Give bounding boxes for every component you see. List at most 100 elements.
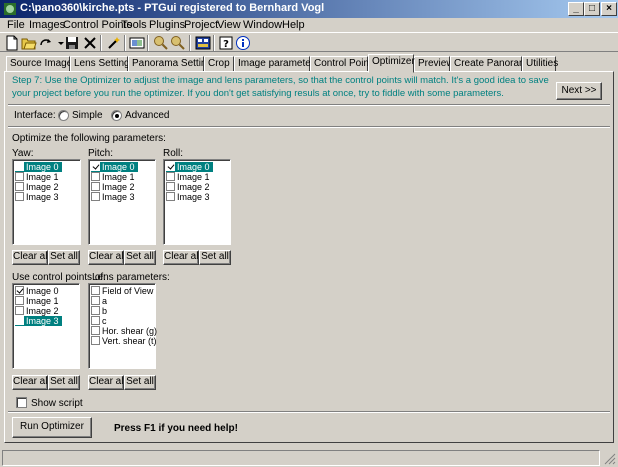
list-item[interactable]: Image 2 xyxy=(166,182,213,192)
delete-icon[interactable] xyxy=(82,35,98,51)
checkbox[interactable] xyxy=(15,192,24,201)
checkbox[interactable] xyxy=(166,182,175,191)
lens-set-all-button[interactable]: Set all xyxy=(124,375,156,390)
help-icon[interactable]: ? xyxy=(218,35,234,51)
list-item[interactable]: b xyxy=(91,306,110,316)
checkbox[interactable] xyxy=(91,306,100,315)
menu-tools[interactable]: Tools xyxy=(121,18,147,32)
menu-view[interactable]: View xyxy=(217,18,241,32)
list-item[interactable]: Image 3 xyxy=(91,192,138,202)
list-item[interactable]: c xyxy=(91,316,110,326)
run-optimizer-button[interactable]: Run Optimizer xyxy=(12,417,92,438)
list-item[interactable]: Image 0 xyxy=(166,162,213,172)
new-icon[interactable] xyxy=(4,35,20,51)
lens-clear-all-button[interactable]: Clear all xyxy=(88,375,126,390)
checkbox[interactable] xyxy=(91,182,100,191)
tab-utilities[interactable]: Utilities xyxy=(522,56,558,72)
list-item[interactable]: Image 3 xyxy=(15,192,62,202)
menu-plugins[interactable]: Plugins xyxy=(149,18,185,32)
checkbox[interactable] xyxy=(91,336,100,345)
maximize-button[interactable]: □ xyxy=(584,2,600,16)
tab-lens-settings[interactable]: Lens Settings xyxy=(70,56,135,72)
cp-set-all-button[interactable]: Set all xyxy=(48,375,80,390)
checkbox[interactable] xyxy=(15,296,24,305)
menu-help[interactable]: Help xyxy=(282,18,305,32)
show-script-checkbox[interactable] xyxy=(16,397,27,408)
list-item[interactable]: Field of View xyxy=(91,286,156,296)
list-item[interactable]: Hor. shear (g) xyxy=(91,326,160,336)
tab-optimizer[interactable]: Optimizer xyxy=(368,54,415,73)
checkbox[interactable] xyxy=(91,326,100,335)
checkbox[interactable] xyxy=(15,286,24,295)
roll-listbox[interactable]: Image 0 Image 1 Image 2 Image 3 xyxy=(163,159,231,245)
yaw-listbox[interactable]: Image 0 Image 1 Image 2 Image 3 xyxy=(12,159,81,245)
checkbox[interactable] xyxy=(15,306,24,315)
pitch-clear-all-button[interactable]: Clear all xyxy=(88,250,126,265)
zoom-out-icon[interactable] xyxy=(170,35,186,51)
tab-source-images[interactable]: Source Images xyxy=(6,56,77,72)
resize-grip-icon[interactable] xyxy=(604,453,616,465)
checkbox[interactable] xyxy=(91,172,100,181)
checkbox[interactable] xyxy=(91,296,100,305)
tab-control-points[interactable]: Control Points xyxy=(310,56,377,72)
lens-parameters-listbox[interactable]: Field of View a b c Hor. shear (g) Vert. shea… xyxy=(88,283,157,369)
tab-image-parameters[interactable]: Image parameters xyxy=(234,56,319,72)
save-icon[interactable] xyxy=(64,35,80,51)
menu-images[interactable]: Images xyxy=(29,18,65,32)
open-icon[interactable] xyxy=(21,35,37,51)
close-button[interactable]: × xyxy=(601,2,617,16)
menu-project[interactable]: Project xyxy=(184,18,218,32)
menu-window[interactable]: Window xyxy=(243,18,282,32)
next-button[interactable]: Next >> xyxy=(556,82,602,100)
tab-preview[interactable]: Preview xyxy=(414,56,454,72)
list-item[interactable]: Image 2 xyxy=(15,182,62,192)
list-item[interactable]: Image 2 xyxy=(15,306,62,316)
list-item[interactable]: Image 0 xyxy=(15,162,62,172)
list-item[interactable]: Image 3 xyxy=(15,316,62,326)
roll-set-all-button[interactable]: Set all xyxy=(199,250,231,265)
checkbox[interactable] xyxy=(15,316,24,325)
simple-radio[interactable] xyxy=(58,110,69,121)
yaw-set-all-button[interactable]: Set all xyxy=(48,250,80,265)
checkbox[interactable] xyxy=(91,162,100,171)
checkbox[interactable] xyxy=(15,182,24,191)
checkbox[interactable] xyxy=(15,172,24,181)
tab-create-panorama[interactable]: Create Panorama xyxy=(450,56,533,72)
list-item[interactable]: Image 3 xyxy=(166,192,213,202)
simple-radio-label[interactable]: Simple xyxy=(72,110,103,121)
checkbox[interactable] xyxy=(91,286,100,295)
redo-icon[interactable] xyxy=(38,35,54,51)
list-item[interactable]: Vert. shear (t) xyxy=(91,336,160,346)
checkbox[interactable] xyxy=(15,162,24,171)
checkbox[interactable] xyxy=(91,192,100,201)
tab-crop[interactable]: Crop xyxy=(204,56,234,72)
list-item[interactable]: Image 1 xyxy=(15,296,62,306)
list-item[interactable]: Image 1 xyxy=(166,172,213,182)
zoom-in-icon[interactable] xyxy=(153,35,169,51)
info-icon[interactable] xyxy=(235,35,251,51)
show-script-label[interactable]: Show script xyxy=(31,398,83,409)
advanced-radio[interactable] xyxy=(111,110,122,121)
list-item[interactable]: Image 2 xyxy=(91,182,138,192)
title-bar[interactable]: C:\pano360\kirche.pts - PTGui registered… xyxy=(0,0,618,18)
checkbox[interactable] xyxy=(166,172,175,181)
list-item[interactable]: Image 1 xyxy=(91,172,138,182)
pitch-listbox[interactable]: Image 0 Image 1 Image 2 Image 3 xyxy=(88,159,156,245)
menu-file[interactable]: File xyxy=(7,18,25,32)
list-item[interactable]: Image 1 xyxy=(15,172,62,182)
wand-icon[interactable] xyxy=(106,35,122,51)
roll-clear-all-button[interactable]: Clear all xyxy=(163,250,201,265)
checkbox[interactable] xyxy=(166,162,175,171)
checkbox[interactable] xyxy=(166,192,175,201)
checkbox[interactable] xyxy=(91,316,100,325)
list-item[interactable]: Image 0 xyxy=(91,162,138,172)
control-points-listbox[interactable]: Image 0 Image 1 Image 2 Image 3 xyxy=(12,283,80,369)
stitch-icon[interactable] xyxy=(129,35,145,51)
pitch-set-all-button[interactable]: Set all xyxy=(124,250,156,265)
advanced-radio-label[interactable]: Advanced xyxy=(125,110,169,121)
list-item[interactable]: a xyxy=(91,296,110,306)
minimize-button[interactable]: _ xyxy=(568,2,584,16)
tab-panorama-settings[interactable]: Panorama Settings xyxy=(128,56,217,72)
cp-clear-all-button[interactable]: Clear all xyxy=(12,375,50,390)
yaw-clear-all-button[interactable]: Clear all xyxy=(12,250,50,265)
